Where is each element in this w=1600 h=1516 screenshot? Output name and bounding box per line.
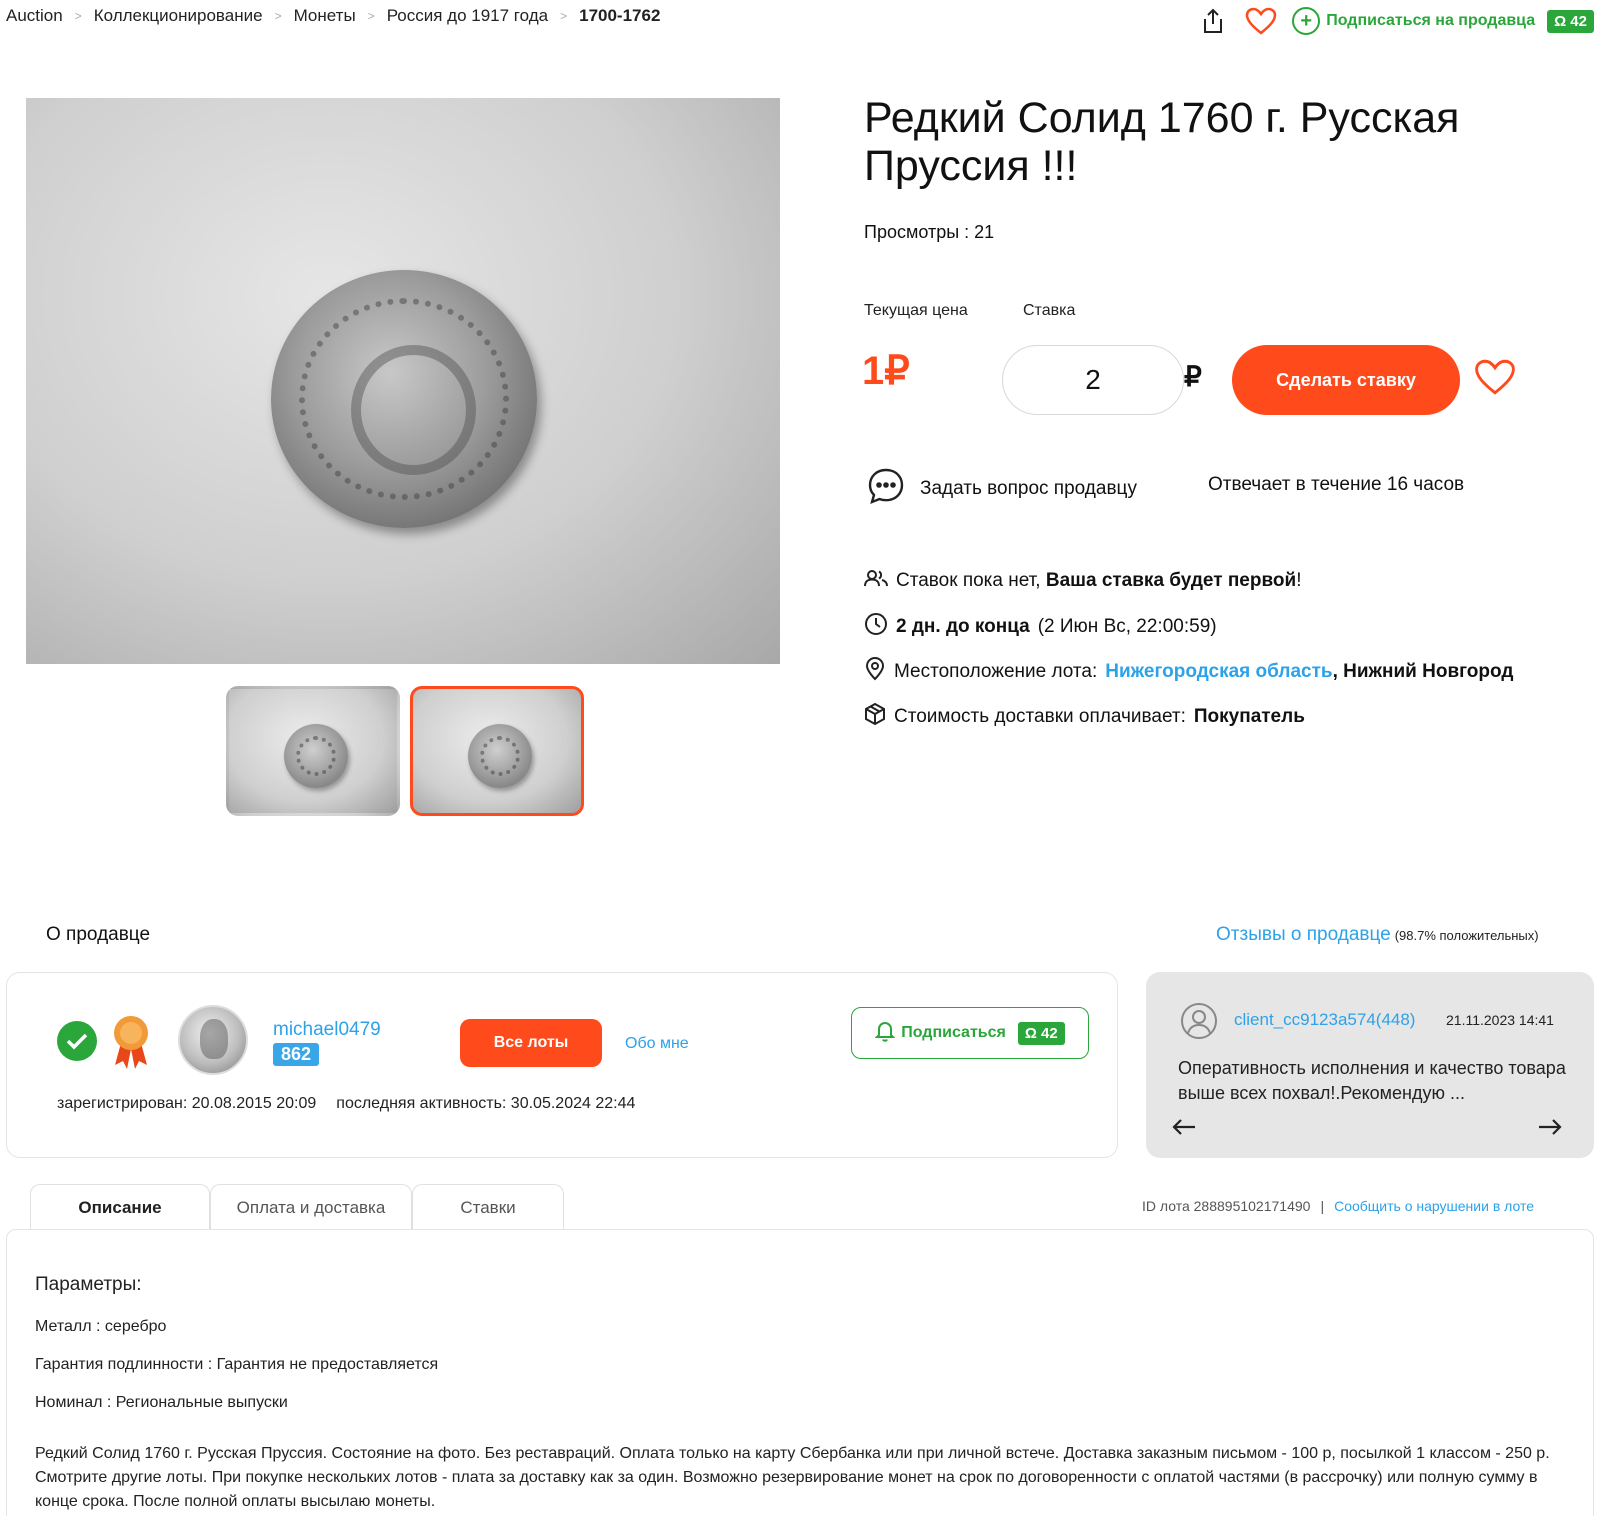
favorite-heart-icon[interactable] bbox=[1244, 4, 1278, 38]
subscribe-seller-label: Подписаться на продавца bbox=[1326, 12, 1536, 29]
subscribe-seller-button[interactable]: + Подписаться на продавца Ω 42 bbox=[1292, 7, 1594, 35]
reply-time: Отвечает в течение 16 часов bbox=[1208, 474, 1465, 495]
location-pin-icon bbox=[864, 657, 886, 687]
current-price: 1₽ bbox=[862, 349, 910, 393]
breadcrumb-separator: > bbox=[367, 9, 375, 23]
photo-thumbnails bbox=[226, 686, 584, 816]
positive-percent: (98.7% положительных) bbox=[1394, 928, 1539, 943]
breadcrumb-separator: > bbox=[274, 9, 282, 23]
report-violation-link[interactable]: Сообщить о нарушении в лоте bbox=[1334, 1198, 1534, 1214]
bid-amount-input[interactable] bbox=[1002, 345, 1184, 415]
current-price-label: Текущая цена bbox=[864, 302, 968, 319]
delivery-label: Стоимость доставки оплачивает: bbox=[894, 706, 1186, 727]
about-seller-title: О продавце bbox=[46, 924, 151, 945]
review-author-link[interactable]: client_cc9123a574(448) bbox=[1234, 1010, 1415, 1030]
breadcrumb-coins[interactable]: Монеты bbox=[294, 6, 356, 26]
tab-description[interactable]: Описание bbox=[30, 1184, 210, 1230]
verified-check-icon bbox=[57, 1021, 97, 1061]
thumbnail-2[interactable] bbox=[410, 686, 584, 816]
review-text: Оперативность исполнения и качество това… bbox=[1178, 1058, 1566, 1103]
param-metal: Металл : серебро bbox=[35, 1318, 167, 1335]
bids-info: Ставок пока нет, Ваша ставка будет перво… bbox=[864, 568, 1301, 594]
bids-suffix: ! bbox=[1296, 570, 1302, 591]
subscribe-button[interactable]: Подписаться Ω 42 bbox=[851, 1007, 1089, 1059]
last-activity: последняя активность: 30.05.2024 22:44 bbox=[336, 1095, 636, 1112]
seller-reviews-label: Отзывы о продавце bbox=[1216, 924, 1391, 945]
top-actions: + Подписаться на продавца Ω 42 bbox=[1196, 4, 1594, 38]
bell-icon bbox=[874, 1020, 896, 1047]
lot-tabs: Описание Оплата и доставка Ставки bbox=[30, 1184, 564, 1230]
all-lots-button[interactable]: Все лоты bbox=[460, 1019, 602, 1067]
breadcrumb-russia-pre-1917[interactable]: Россия до 1917 года bbox=[387, 6, 548, 26]
review-card: client_cc9123a574(448) 21.11.2023 14:41 … bbox=[1146, 972, 1594, 1158]
breadcrumb-separator: > bbox=[560, 9, 568, 23]
subscribers-count-badge: Ω 42 bbox=[1547, 9, 1594, 33]
coin-image bbox=[271, 270, 537, 528]
seller-rating-badge: 862 bbox=[273, 1043, 320, 1066]
chat-bubble-icon bbox=[866, 466, 906, 512]
about-me-link[interactable]: Обо мне bbox=[625, 1035, 689, 1053]
coin-thumb-image bbox=[284, 723, 349, 788]
time-left-bold: 2 дн. до конца bbox=[896, 616, 1030, 637]
location-region-link[interactable]: Нижегородская область bbox=[1105, 661, 1332, 682]
clock-icon bbox=[864, 612, 888, 642]
description-panel: Параметры: Металл : серебро Гарантия под… bbox=[6, 1229, 1594, 1516]
param-denomination: Номинал : Региональные выпуски bbox=[35, 1394, 288, 1411]
views-count: Просмотры : 21 bbox=[864, 222, 995, 242]
seller-dates: зарегистрирован: 20.08.2015 20:09 послед… bbox=[57, 1095, 635, 1113]
end-datetime: (2 Июн Вс, 22:00:59) bbox=[1037, 616, 1217, 637]
seller-name-link[interactable]: michael0479 bbox=[273, 1019, 381, 1041]
param-guarantee: Гарантия подлинности : Гарантия не предо… bbox=[35, 1356, 439, 1373]
thumbnail-1[interactable] bbox=[226, 686, 400, 816]
currency-symbol: ₽ bbox=[1184, 361, 1202, 392]
description-text: Редкий Солид 1760 г. Русская Пруссия. Со… bbox=[35, 1445, 1550, 1510]
seller-card: michael0479 862 Все лоты Обо мне Подписа… bbox=[6, 972, 1118, 1158]
user-avatar-icon bbox=[1180, 1002, 1218, 1040]
arrow-left-icon[interactable] bbox=[1168, 1112, 1200, 1142]
users-icon bbox=[864, 568, 888, 594]
tab-bids[interactable]: Ставки bbox=[412, 1184, 564, 1230]
bids-prefix: Ставок пока нет, bbox=[896, 570, 1046, 591]
share-icon[interactable] bbox=[1196, 4, 1230, 38]
location-info: Местоположение лота: Нижегородская облас… bbox=[864, 657, 1513, 687]
time-left-info: 2 дн. до конца (2 Июн Вс, 22:00:59) bbox=[864, 612, 1217, 642]
breadcrumb-separator: > bbox=[74, 9, 82, 23]
box-icon bbox=[864, 702, 886, 732]
seller-reviews-link[interactable]: Отзывы о продавце (98.7% положительных) bbox=[1216, 924, 1539, 946]
lot-title: Редкий Солид 1760 г. Русская Пруссия !!! bbox=[864, 94, 1460, 190]
main-lot-photo[interactable] bbox=[26, 98, 780, 664]
medal-icon bbox=[111, 1013, 151, 1076]
meta-separator: | bbox=[1320, 1198, 1325, 1214]
tab-payment-delivery[interactable]: Оплата и доставка bbox=[210, 1184, 412, 1230]
subscribe-label: Подписаться bbox=[901, 1024, 1006, 1041]
plus-icon: + bbox=[1292, 7, 1321, 35]
review-date: 21.11.2023 14:41 bbox=[1446, 1012, 1554, 1028]
delivery-payer: Покупатель bbox=[1193, 706, 1305, 727]
registered-date: зарегистрирован: 20.08.2015 20:09 bbox=[57, 1095, 317, 1112]
bids-first-bid: Ваша ставка будет первой bbox=[1045, 570, 1297, 591]
lot-meta: ID лота 288895102171490 | Сообщить о нар… bbox=[1142, 1198, 1534, 1214]
breadcrumb-auction[interactable]: Auction bbox=[6, 6, 63, 26]
breadcrumb-collecting[interactable]: Коллекционирование bbox=[94, 6, 263, 26]
bid-label: Ставка bbox=[1023, 302, 1076, 319]
ask-seller-row[interactable]: Задать вопрос продавцу bbox=[866, 466, 1137, 512]
seller-avatar[interactable] bbox=[178, 1005, 248, 1075]
bids-text: Ставок пока нет, Ваша ставка будет перво… bbox=[896, 570, 1301, 592]
delivery-info: Стоимость доставки оплачивает: Покупател… bbox=[864, 702, 1305, 732]
place-bid-button[interactable]: Сделать ставку bbox=[1232, 345, 1460, 415]
breadcrumb-current: 1700-1762 bbox=[579, 6, 661, 25]
coin-thumb-image bbox=[468, 723, 533, 788]
favorite-heart-icon[interactable] bbox=[1474, 358, 1516, 401]
arrow-right-icon[interactable] bbox=[1534, 1112, 1566, 1142]
ask-seller-link[interactable]: Задать вопрос продавцу bbox=[920, 478, 1137, 500]
location-city: , Нижний Новгород bbox=[1332, 661, 1514, 682]
lot-id: ID лота 288895102171490 bbox=[1142, 1198, 1311, 1214]
params-title: Параметры: bbox=[35, 1274, 142, 1295]
breadcrumb: Auction > Коллекционирование > Монеты > … bbox=[6, 6, 660, 26]
subscribers-count-badge: Ω 42 bbox=[1017, 1021, 1065, 1045]
location-label: Местоположение лота: bbox=[894, 661, 1098, 682]
